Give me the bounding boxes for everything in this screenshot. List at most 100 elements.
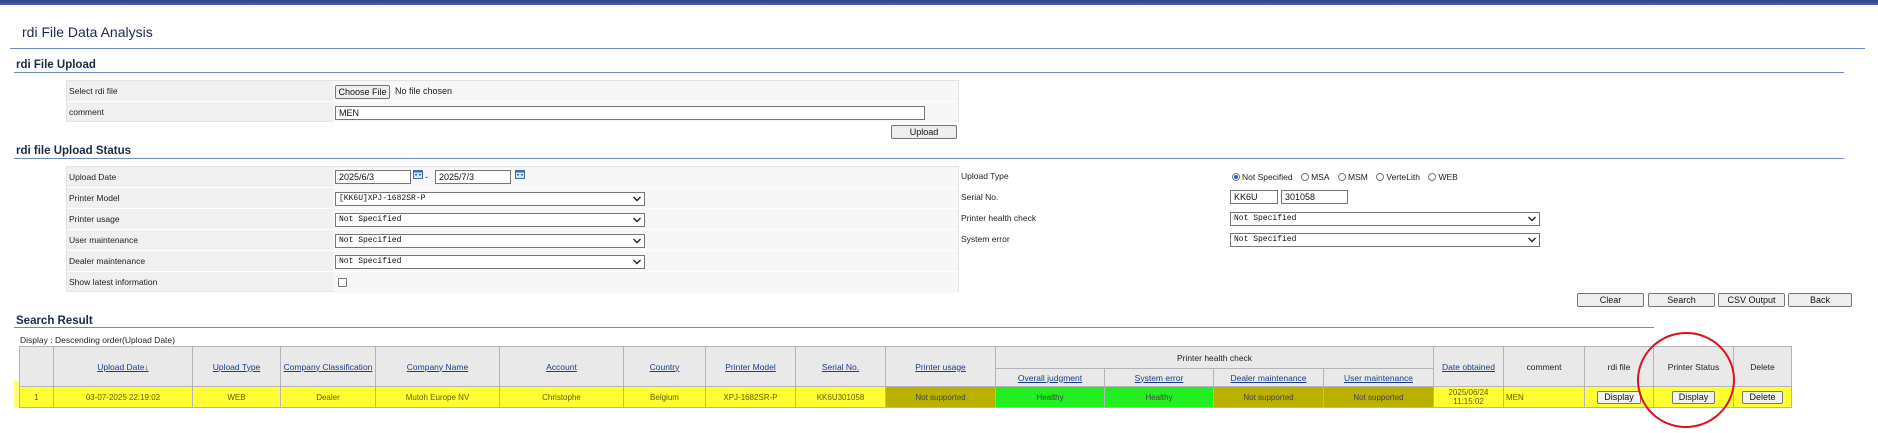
user-maintenance-row: User maintenance Not Specified (67, 230, 958, 251)
cell-no: 1 (19, 386, 54, 408)
date-from-input[interactable]: 2025/6/3 (335, 170, 411, 184)
csv-output-button[interactable]: CSV Output (1718, 293, 1785, 307)
printer-model-label: Printer Model (69, 193, 120, 203)
cell-printer-model: XPJ-1682SR-P (705, 386, 796, 408)
printer-model-value: [KK6U]XPJ-1682SR-P (339, 194, 426, 203)
cell-delete: Delete (1733, 386, 1792, 408)
col-header-serial[interactable]: Serial No. (795, 346, 886, 387)
col-header-date-obtained[interactable]: Date obtained (1433, 346, 1504, 387)
cell-comment: MEN (1503, 386, 1585, 408)
comment-input[interactable]: MEN (335, 106, 925, 120)
radio-vertelith[interactable]: VerteLith (1376, 172, 1420, 182)
date-separator: - (425, 172, 428, 182)
col-header-company-name[interactable]: Company Name (375, 346, 500, 387)
date-obtained-date: 2025/06/24 (1448, 388, 1489, 397)
radio-msa[interactable]: MSA (1301, 172, 1330, 182)
col-header-system-error[interactable]: System error (1104, 368, 1214, 387)
health-check-select[interactable]: Not Specified (1230, 212, 1540, 226)
col-header-printer-model[interactable]: Printer Model (705, 346, 796, 387)
date-obtained-time: 11:15:02 (1453, 397, 1484, 406)
col-header-upload-type[interactable]: Upload Type (192, 346, 281, 387)
radio-button[interactable] (1376, 173, 1385, 181)
radio-label: MSA (1311, 172, 1330, 182)
status-section-divider (14, 158, 1844, 159)
printer-model-cell: [KK6U]XPJ-1682SR-P (333, 188, 958, 208)
serial-number-input[interactable]: 301058 (1281, 190, 1348, 204)
radio-msm[interactable]: MSM (1338, 172, 1368, 182)
cell-system-error: Healthy (1104, 386, 1214, 408)
col-header-printer-usage[interactable]: Printer usage (885, 346, 996, 387)
date-to-input[interactable]: 2025/7/3 (435, 170, 511, 184)
upload-type-radio-group: Not Specified MSA MSM VerteLith WEB (1232, 172, 1464, 182)
col-header-account[interactable]: Account (499, 346, 624, 387)
user-maintenance-cell: Not Specified (333, 230, 958, 250)
radio-not-specified[interactable]: Not Specified (1232, 172, 1293, 182)
user-maintenance-label: User maintenance (69, 235, 138, 245)
chevron-down-icon (1528, 237, 1536, 243)
chevron-down-icon (633, 238, 641, 244)
col-header-overall-judgment[interactable]: Overall judgment (995, 368, 1105, 387)
cell-upload-date: 03-07-2025 22:19:02 (53, 386, 193, 408)
no-file-text: No file chosen (395, 86, 453, 96)
cell-company-name: Mutoh Europe NV (375, 386, 500, 408)
back-button[interactable]: Back (1788, 293, 1852, 307)
dealer-maintenance-select[interactable]: Not Specified (335, 255, 645, 269)
search-button[interactable]: Search (1648, 293, 1715, 307)
chevron-down-icon (633, 259, 641, 265)
health-check-value: Not Specified (1234, 214, 1297, 223)
radio-button-selected[interactable] (1232, 173, 1240, 181)
comment-label: comment (69, 107, 104, 117)
system-error-value: Not Specified (1234, 235, 1297, 244)
col-header-country[interactable]: Country (623, 346, 706, 387)
calendar-icon[interactable] (413, 169, 423, 179)
cell-printer-usage: Not supported (885, 386, 996, 408)
col-header-dealer-maintenance[interactable]: Dealer maintenance (1213, 368, 1324, 387)
radio-web[interactable]: WEB (1428, 172, 1458, 182)
radio-label: VerteLith (1386, 172, 1420, 182)
col-group-health-check: Printer health check (995, 346, 1434, 369)
printer-usage-row: Printer usage Not Specified (67, 209, 958, 230)
upload-date-label: Upload Date (69, 172, 117, 182)
delete-button[interactable]: Delete (1742, 390, 1783, 404)
cell-upload-type: WEB (192, 386, 281, 408)
clear-button[interactable]: Clear (1577, 293, 1644, 307)
search-result-divider (14, 327, 1654, 328)
select-file-row: Select rdi file Choose File No file chos… (67, 81, 958, 102)
upload-section-divider (14, 72, 1844, 73)
printer-model-select[interactable]: [KK6U]XPJ-1682SR-P (335, 192, 645, 206)
radio-button[interactable] (1428, 173, 1437, 181)
rdi-display-button[interactable]: Display (1597, 390, 1641, 404)
col-header-delete: Delete (1733, 346, 1792, 387)
comment-cell: MEN (333, 102, 958, 122)
results-table: Upload Date↓ Upload Type Company Classif… (19, 346, 1792, 408)
dealer-maintenance-cell: Not Specified (333, 251, 958, 271)
upload-button[interactable]: Upload (891, 125, 957, 139)
radio-button[interactable] (1338, 173, 1347, 181)
upload-section-heading: rdi File Upload (16, 59, 96, 71)
col-header-company-class[interactable]: Company Classification (280, 346, 376, 387)
radio-button[interactable] (1301, 173, 1310, 181)
col-header-user-maintenance[interactable]: User maintenance (1323, 368, 1434, 387)
user-maintenance-select[interactable]: Not Specified (335, 234, 645, 248)
cell-date-obtained: 2025/06/24 11:15:02 (1433, 386, 1504, 408)
printer-usage-cell: Not Specified (333, 209, 958, 229)
system-error-select[interactable]: Not Specified (1230, 233, 1540, 247)
upload-type-label: Upload Type (961, 171, 1009, 181)
search-result-heading: Search Result (16, 315, 93, 327)
select-file-cell: Choose File No file chosen (333, 81, 958, 101)
cell-country: Belgium (623, 386, 706, 408)
show-latest-checkbox[interactable] (338, 278, 347, 287)
radio-label: MSM (1348, 172, 1368, 182)
title-divider (10, 48, 1865, 49)
col-header-upload-date[interactable]: Upload Date↓ (53, 346, 193, 387)
upload-date-cell: 2025/6/3 - 2025/7/3 (333, 167, 958, 187)
printer-usage-select[interactable]: Not Specified (335, 213, 645, 227)
serial-prefix-input[interactable]: KK6U (1230, 190, 1278, 204)
show-latest-row: Show latest information (67, 272, 958, 293)
user-maintenance-value: Not Specified (339, 236, 402, 245)
calendar-icon[interactable] (515, 169, 525, 179)
chevron-down-icon (633, 217, 641, 223)
system-error-label: System error (961, 234, 1010, 244)
cell-dealer-maintenance: Not supported (1213, 386, 1324, 408)
choose-file-button[interactable]: Choose File (335, 85, 390, 99)
